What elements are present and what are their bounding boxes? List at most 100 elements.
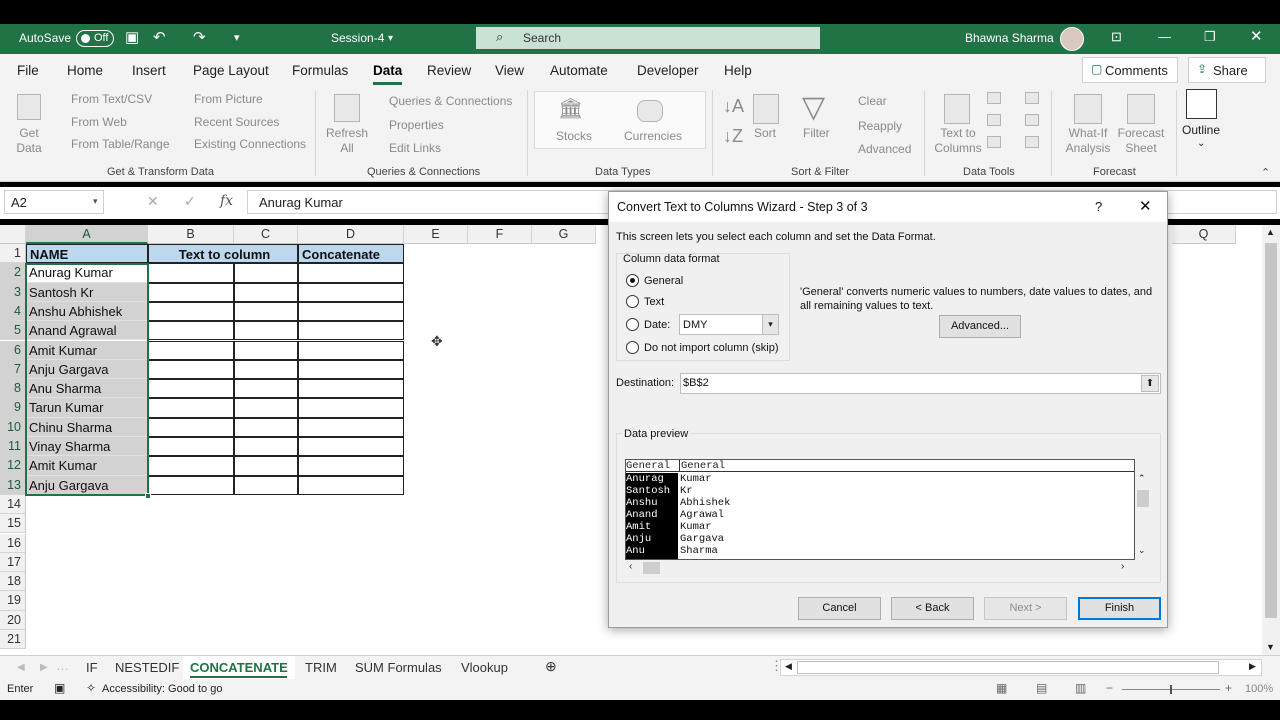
get-data-button[interactable]: Get Data (10, 126, 48, 156)
row-header[interactable]: 8 (0, 379, 26, 399)
row-header[interactable]: 18 (0, 572, 26, 592)
cancel-button[interactable]: Cancel (798, 597, 881, 620)
dialog-close-icon[interactable]: ✕ (1139, 197, 1152, 215)
prev-sheet-icon[interactable]: ◀ (17, 662, 25, 673)
row-header[interactable]: 6 (0, 340, 26, 360)
header-cell-text-to-column[interactable]: Text to column (148, 244, 298, 264)
refresh-all-button[interactable]: Refresh All (325, 126, 369, 156)
cell[interactable] (298, 437, 404, 457)
restore-icon[interactable]: ❐ (1204, 29, 1216, 45)
name-cell[interactable]: Amit Kumar (26, 456, 148, 476)
ribbon-display-icon[interactable]: ⊡ (1111, 29, 1122, 45)
autosave-toggle[interactable]: Off (76, 30, 114, 47)
scroll-right-icon[interactable]: ▶ (1249, 661, 1256, 672)
from-table-range-button[interactable]: From Table/Range (71, 137, 170, 151)
column-header[interactable]: Q (1172, 225, 1236, 244)
page-layout-view-icon[interactable]: ▤ (1036, 681, 1047, 695)
name-cell[interactable]: Anju Gargava (26, 359, 148, 380)
chevron-down-icon[interactable]: ▾ (388, 33, 393, 44)
text-option[interactable]: Text (644, 296, 664, 308)
tab-insert[interactable]: Insert (132, 63, 166, 78)
preview-scroll-thumb[interactable] (1137, 490, 1149, 507)
preview-hscroll[interactable]: ‹ › (625, 560, 1135, 576)
cancel-entry-icon[interactable]: ✕ (147, 193, 159, 210)
cell[interactable] (234, 301, 298, 322)
help-button[interactable]: ? (1095, 199, 1102, 214)
column-header[interactable]: F (468, 225, 532, 244)
scroll-up-icon[interactable]: ⌃ (1138, 473, 1146, 484)
next-sheet-icon[interactable]: ▶ (40, 662, 48, 673)
close-icon[interactable]: ✕ (1250, 27, 1263, 45)
preview-vscroll[interactable]: ⌃ ⌄ (1135, 473, 1151, 560)
insert-function-button[interactable]: fx (220, 193, 233, 209)
skip-option[interactable]: Do not import column (skip) (644, 342, 779, 354)
scroll-left-icon[interactable]: ‹ (629, 561, 632, 572)
row-header[interactable]: 4 (0, 301, 26, 322)
sheet-tab-if[interactable]: IF (86, 660, 98, 675)
cell[interactable] (148, 263, 234, 283)
sheet-tab-sum-formulas[interactable]: SUM Formulas (355, 660, 442, 675)
column-header[interactable]: B (148, 225, 234, 244)
from-text-csv-button[interactable]: From Text/CSV (71, 92, 152, 106)
preview-hscroll-thumb[interactable] (643, 562, 660, 574)
data-model-icon[interactable] (1025, 136, 1039, 148)
document-title[interactable]: Session-4 (331, 31, 384, 45)
next-button[interactable]: Next > (984, 597, 1067, 620)
collapse-ribbon-icon[interactable]: ⌃ (1261, 166, 1270, 179)
comments-button[interactable]: ▢ Comments (1082, 57, 1178, 83)
scroll-thumb[interactable] (1265, 243, 1277, 618)
name-cell[interactable]: Chinu Sharma (26, 417, 148, 437)
name-cell[interactable]: Vinay Sharma (26, 437, 148, 457)
column-header[interactable]: C (234, 225, 298, 244)
normal-view-icon[interactable]: ▦ (996, 681, 1007, 695)
cell[interactable] (298, 359, 404, 380)
row-header[interactable]: 1 (0, 244, 26, 264)
reapply-button[interactable]: Reapply (858, 119, 902, 133)
tab-view[interactable]: View (495, 63, 524, 78)
undo-icon[interactable]: ↶ (153, 28, 166, 46)
chevron-down-icon[interactable]: ▾ (93, 196, 98, 207)
tab-developer[interactable]: Developer (637, 63, 699, 78)
cell[interactable] (148, 359, 234, 380)
cell[interactable] (298, 398, 404, 418)
cell[interactable] (298, 340, 404, 360)
existing-connections-button[interactable]: Existing Connections (194, 137, 306, 151)
confirm-entry-icon[interactable]: ✓ (184, 193, 196, 210)
properties-button[interactable]: Properties (389, 118, 444, 132)
text-to-columns-button[interactable]: Text to Columns (932, 126, 984, 156)
vertical-scrollbar[interactable]: ▲ ▼ (1262, 225, 1280, 655)
skip-radio[interactable] (626, 341, 639, 354)
tab-help[interactable]: Help (724, 63, 752, 78)
name-cell[interactable]: Anu Sharma (26, 379, 148, 399)
tab-page-layout[interactable]: Page Layout (193, 63, 269, 78)
horizontal-scrollbar[interactable]: ◀ ▶ (780, 659, 1262, 676)
row-header[interactable]: 12 (0, 456, 26, 476)
text-radio[interactable] (626, 295, 639, 308)
cell[interactable] (298, 282, 404, 302)
cell[interactable] (298, 321, 404, 341)
stocks-button[interactable]: Stocks (556, 129, 592, 143)
consolidate-icon[interactable] (1025, 92, 1039, 104)
redo-icon[interactable]: ↷ (193, 28, 206, 46)
date-option[interactable]: Date: (644, 319, 670, 331)
tab-formulas[interactable]: Formulas (292, 63, 348, 78)
search-box[interactable]: ⌕ Search (476, 27, 820, 49)
queries-connections-button[interactable]: Queries & Connections (389, 94, 512, 108)
from-web-button[interactable]: From Web (71, 115, 127, 129)
row-header[interactable]: 19 (0, 591, 26, 611)
cell[interactable] (234, 321, 298, 341)
row-header[interactable]: 3 (0, 282, 26, 302)
hscroll-thumb[interactable] (797, 661, 1219, 674)
cell[interactable] (298, 379, 404, 399)
tab-data[interactable]: Data (373, 63, 402, 78)
row-header[interactable]: 21 (0, 630, 26, 650)
cell[interactable] (298, 263, 404, 283)
page-break-view-icon[interactable]: ▥ (1075, 681, 1086, 695)
row-header[interactable]: 9 (0, 398, 26, 418)
cell[interactable] (148, 301, 234, 322)
data-validation-icon[interactable] (987, 136, 1001, 148)
date-format-select[interactable]: DMY ▾ (679, 314, 779, 335)
zoom-level[interactable]: 100% (1245, 683, 1273, 695)
advanced-filter-button[interactable]: Advanced (858, 142, 911, 156)
cell[interactable] (234, 379, 298, 399)
